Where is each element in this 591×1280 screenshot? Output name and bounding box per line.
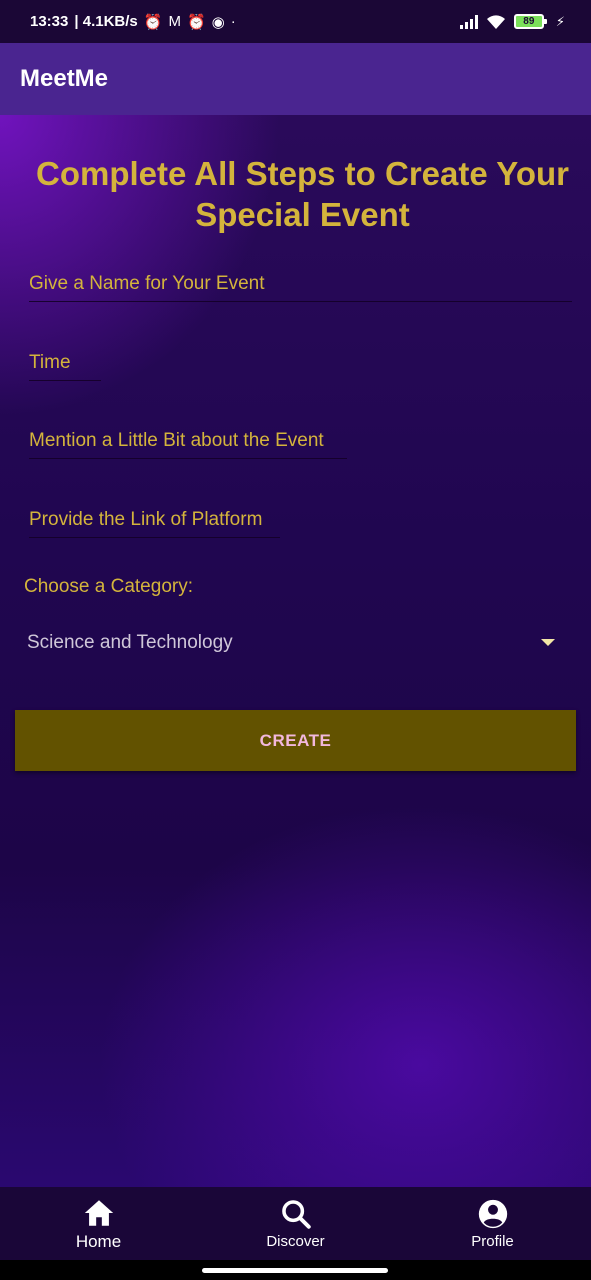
alarm-icon: ⏰ xyxy=(143,13,163,31)
alarm-icon: ⏰ xyxy=(186,13,206,31)
signal-icon xyxy=(459,14,478,29)
status-left: 13:33 | 4.1KB/s ⏰ M ⏰ ◉ · xyxy=(30,13,236,31)
nav-discover[interactable]: Discover xyxy=(221,1197,371,1250)
status-right: 89 ⚡ xyxy=(459,13,565,30)
mail-icon: M xyxy=(168,13,181,30)
home-icon xyxy=(84,1199,113,1226)
nav-home[interactable]: Home xyxy=(24,1196,174,1252)
status-time: 13:33 xyxy=(30,13,69,30)
charging-icon: ⚡ xyxy=(555,13,565,29)
nav-profile-label: Profile xyxy=(471,1233,514,1250)
app-title: MeetMe xyxy=(20,65,109,92)
platform-link-input[interactable]: Provide the Link of Platform xyxy=(29,509,280,538)
time-input[interactable]: Time xyxy=(29,352,101,381)
gesture-handle[interactable] xyxy=(202,1268,388,1273)
bottom-nav: Home Discover Profile xyxy=(0,1187,591,1260)
description-input[interactable]: Mention a Little Bit about the Event xyxy=(29,430,347,459)
battery-level: 89 xyxy=(523,16,535,27)
create-button-label: CREATE xyxy=(259,730,332,750)
app-bar: MeetMe xyxy=(0,43,591,115)
dot-icon: · xyxy=(230,13,236,30)
gesture-area xyxy=(0,1260,591,1280)
create-button[interactable]: CREATE xyxy=(15,710,576,771)
wifi-icon xyxy=(486,14,505,29)
category-dropdown[interactable]: Science and Technology xyxy=(15,615,575,670)
event-name-input[interactable]: Give a Name for Your Event xyxy=(29,273,572,302)
status-bar: 13:33 | 4.1KB/s ⏰ M ⏰ ◉ · 89 ⚡ xyxy=(0,0,591,43)
network-speed: | 4.1KB/s xyxy=(74,13,138,30)
nav-discover-label: Discover xyxy=(266,1233,325,1250)
profile-icon xyxy=(478,1199,507,1229)
search-icon xyxy=(281,1200,311,1229)
battery-icon: 89 xyxy=(513,14,547,29)
app-icon: ◉ xyxy=(211,13,225,31)
category-label: Choose a Category: xyxy=(24,576,193,597)
nav-profile[interactable]: Profile xyxy=(418,1197,568,1250)
create-event-form: Complete All Steps to Create Your Specia… xyxy=(0,115,591,1187)
category-selected-value: Science and Technology xyxy=(27,631,233,653)
dropdown-arrow-icon xyxy=(541,639,555,646)
nav-home-label: Home xyxy=(75,1231,122,1251)
page-title: Complete All Steps to Create Your Specia… xyxy=(36,155,569,233)
